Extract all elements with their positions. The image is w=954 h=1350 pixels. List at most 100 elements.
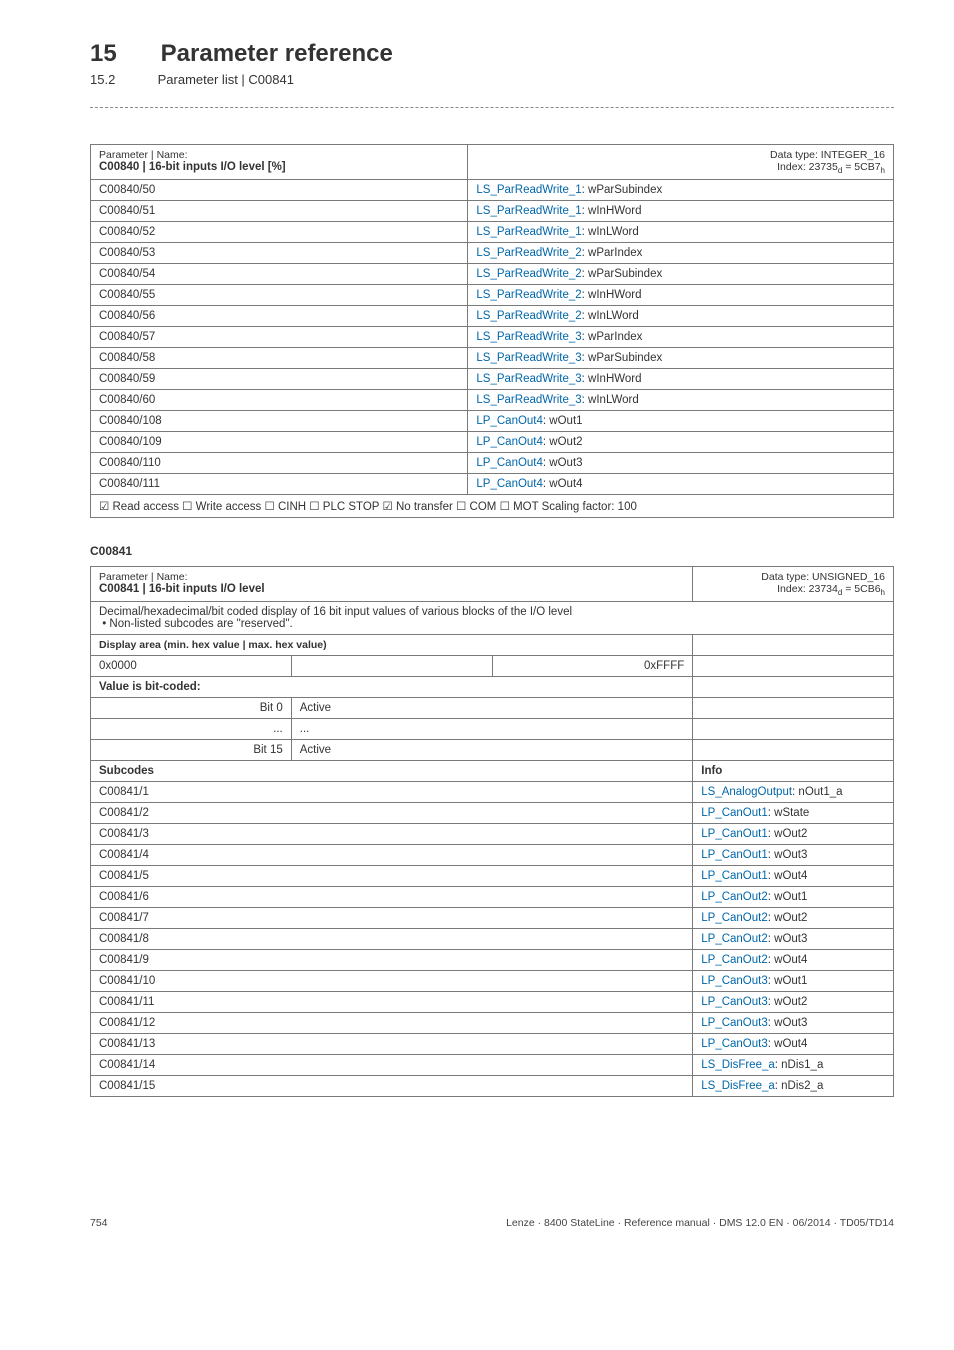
param-code: C00840/108 (91, 411, 468, 432)
param-code: C00841/4 (91, 845, 693, 866)
param-info: LS_AnalogOutput: nOut1_a (693, 782, 894, 803)
param-info: LS_DisFree_a: nDis1_a (693, 1055, 894, 1076)
doc-link[interactable]: LP_CanOut3 (701, 975, 768, 987)
param-info: LS_ParReadWrite_1: wParSubindex (468, 180, 894, 201)
param-info: LP_CanOut2: wOut1 (693, 887, 894, 908)
param-code: C00840/53 (91, 243, 468, 264)
param-description: Decimal/hexadecimal/bit coded display of… (91, 602, 894, 635)
param-code: C00841/5 (91, 866, 693, 887)
param-code: C00840/58 (91, 348, 468, 369)
doc-link[interactable]: LP_CanOut2 (701, 912, 768, 924)
param-code: C00841/14 (91, 1055, 693, 1076)
value-bit-coded-label: Value is bit-coded: (91, 677, 693, 698)
doc-link[interactable]: LS_ParReadWrite_1 (476, 205, 581, 217)
param-info: LP_CanOut3: wOut4 (693, 1034, 894, 1055)
param-table-c00840: Parameter | Name: C00840 | 16-bit inputs… (90, 144, 894, 518)
param-code: C00841/9 (91, 950, 693, 971)
doc-link[interactable]: LP_CanOut3 (701, 996, 768, 1008)
param-info: LP_CanOut2: wOut4 (693, 950, 894, 971)
param-table-c00841: Parameter | Name: C00841 | 16-bit inputs… (90, 566, 894, 1097)
param-info: LS_ParReadWrite_3: wParIndex (468, 327, 894, 348)
param-code: C00841/3 (91, 824, 693, 845)
param-dtype: Data type: UNSIGNED_16 (761, 571, 885, 583)
param-info: LS_ParReadWrite_3: wInLWord (468, 390, 894, 411)
param-info: LP_CanOut4: wOut2 (468, 432, 894, 453)
param-info: LP_CanOut3: wOut3 (693, 1013, 894, 1034)
param-info: LS_ParReadWrite_2: wInHWord (468, 285, 894, 306)
doc-link[interactable]: LS_ParReadWrite_3 (476, 331, 581, 343)
param-info: LS_ParReadWrite_3: wParSubindex (468, 348, 894, 369)
doc-link[interactable]: LP_CanOut4 (476, 478, 543, 490)
param-header-label: Parameter | Name: (99, 149, 188, 161)
doc-link[interactable]: LS_ParReadWrite_1 (476, 184, 581, 196)
doc-link[interactable]: LS_ParReadWrite_2 (476, 310, 581, 322)
param-code: C00841/6 (91, 887, 693, 908)
param-info: LP_CanOut4: wOut3 (468, 453, 894, 474)
param-info: LP_CanOut2: wOut2 (693, 908, 894, 929)
param-code: C00841/1 (91, 782, 693, 803)
param-code: C00840/109 (91, 432, 468, 453)
doc-link[interactable]: LP_CanOut4 (476, 436, 543, 448)
doc-link[interactable]: LS_ParReadWrite_2 (476, 268, 581, 280)
param-info: LS_ParReadWrite_2: wInLWord (468, 306, 894, 327)
doc-link[interactable]: LS_ParReadWrite_3 (476, 394, 581, 406)
doc-link[interactable]: LP_CanOut1 (701, 828, 768, 840)
bit-value: ... (291, 719, 693, 740)
param-code: C00841/15 (91, 1076, 693, 1097)
doc-link[interactable]: LP_CanOut2 (701, 891, 768, 903)
doc-link[interactable]: LS_DisFree_a (701, 1059, 775, 1071)
doc-id: Lenze · 8400 StateLine · Reference manua… (506, 1217, 894, 1229)
subsection-heading: 15.2 Parameter list | C00841 (90, 72, 894, 87)
doc-link[interactable]: LP_CanOut1 (701, 849, 768, 861)
bit-value: Active (291, 698, 693, 719)
param-info: LP_CanOut4: wOut4 (468, 474, 894, 495)
param-code: C00841/2 (91, 803, 693, 824)
param-code: C00840/54 (91, 264, 468, 285)
doc-link[interactable]: LP_CanOut2 (701, 933, 768, 945)
subsection-title: Parameter list | C00841 (158, 72, 294, 87)
param-code: C00841/12 (91, 1013, 693, 1034)
param-code: C00840/51 (91, 201, 468, 222)
doc-link[interactable]: LS_ParReadWrite_3 (476, 373, 581, 385)
param-code: C00841/10 (91, 971, 693, 992)
display-area-label: Display area (min. hex value | max. hex … (91, 635, 693, 656)
bit-label: Bit 15 (91, 740, 292, 761)
doc-link[interactable]: LS_ParReadWrite_3 (476, 352, 581, 364)
bit-label: ... (91, 719, 292, 740)
param-name: C00840 | 16-bit inputs I/O level [%] (99, 161, 286, 173)
section-anchor: C00841 (90, 544, 894, 558)
param-code: C00840/57 (91, 327, 468, 348)
param-info: LS_ParReadWrite_1: wInHWord (468, 201, 894, 222)
doc-link[interactable]: LP_CanOut3 (701, 1017, 768, 1029)
subcodes-label: Subcodes (91, 761, 693, 782)
param-info: LP_CanOut4: wOut1 (468, 411, 894, 432)
param-code: C00840/56 (91, 306, 468, 327)
info-label: Info (693, 761, 894, 782)
param-code: C00840/111 (91, 474, 468, 495)
doc-link[interactable]: LS_ParReadWrite_2 (476, 247, 581, 259)
doc-link[interactable]: LP_CanOut1 (701, 870, 768, 882)
doc-link[interactable]: LP_CanOut4 (476, 457, 543, 469)
doc-link[interactable]: LS_AnalogOutput (701, 786, 792, 798)
param-code: C00840/59 (91, 369, 468, 390)
param-info: LP_CanOut1: wOut2 (693, 824, 894, 845)
doc-link[interactable]: LS_ParReadWrite_2 (476, 289, 581, 301)
page-number: 754 (90, 1217, 150, 1229)
param-code: C00840/110 (91, 453, 468, 474)
doc-link[interactable]: LS_DisFree_a (701, 1080, 775, 1092)
param-info: LP_CanOut1: wState (693, 803, 894, 824)
param-dtype: Data type: INTEGER_16 (770, 149, 885, 161)
access-flags: ☑ Read access ☐ Write access ☐ CINH ☐ PL… (91, 495, 894, 518)
param-info: LP_CanOut2: wOut3 (693, 929, 894, 950)
doc-link[interactable]: LP_CanOut4 (476, 415, 543, 427)
doc-link[interactable]: LP_CanOut2 (701, 954, 768, 966)
doc-link[interactable]: LP_CanOut3 (701, 1038, 768, 1050)
param-code: C00841/13 (91, 1034, 693, 1055)
doc-link[interactable]: LP_CanOut1 (701, 807, 768, 819)
param-code: C00840/52 (91, 222, 468, 243)
chapter-title: Parameter reference (161, 40, 393, 67)
param-info: LS_ParReadWrite_2: wParSubindex (468, 264, 894, 285)
doc-link[interactable]: LS_ParReadWrite_1 (476, 226, 581, 238)
param-info: LP_CanOut1: wOut4 (693, 866, 894, 887)
bit-value: Active (291, 740, 693, 761)
